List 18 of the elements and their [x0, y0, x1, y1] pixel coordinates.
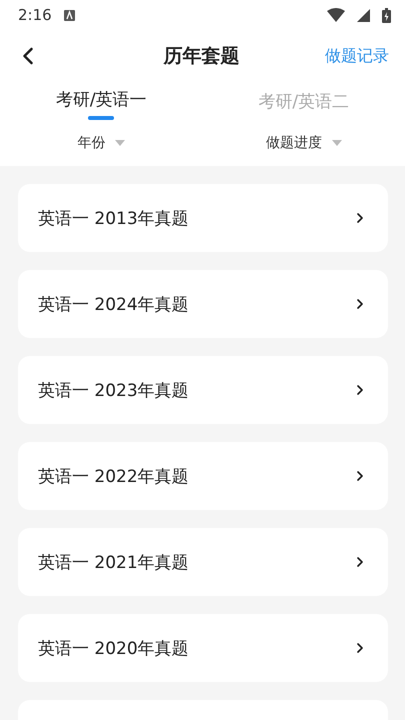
page-title: 历年套题: [164, 44, 240, 69]
notification-icon: [64, 10, 75, 20]
exam-paper-item[interactable]: 英语一 2021年真题: [18, 528, 388, 596]
exam-paper-item[interactable]: 英语一 2020年真题: [18, 614, 388, 682]
dropdown-icon: [332, 140, 342, 146]
exam-paper-item[interactable]: 英语一 2024年真题: [18, 270, 388, 338]
wifi-icon: [327, 8, 345, 22]
dropdown-icon: [115, 140, 126, 146]
filter-dropdown[interactable]: 年份: [73, 130, 130, 156]
tab-indicator: [88, 116, 114, 120]
battery-icon: [382, 8, 391, 22]
category-tab[interactable]: 考研/英语一: [56, 82, 147, 116]
status-time: 2:16: [18, 6, 52, 24]
signal-icon: [357, 8, 370, 22]
exam-paper-item[interactable]: 英语一 2022年真题: [18, 442, 388, 510]
exam-paper-item[interactable]: 英语一 2013年真题: [18, 184, 388, 252]
filter-dropdown[interactable]: 做题进度: [262, 130, 346, 156]
exam-paper-item[interactable]: 英语一 2023年真题: [18, 356, 388, 424]
